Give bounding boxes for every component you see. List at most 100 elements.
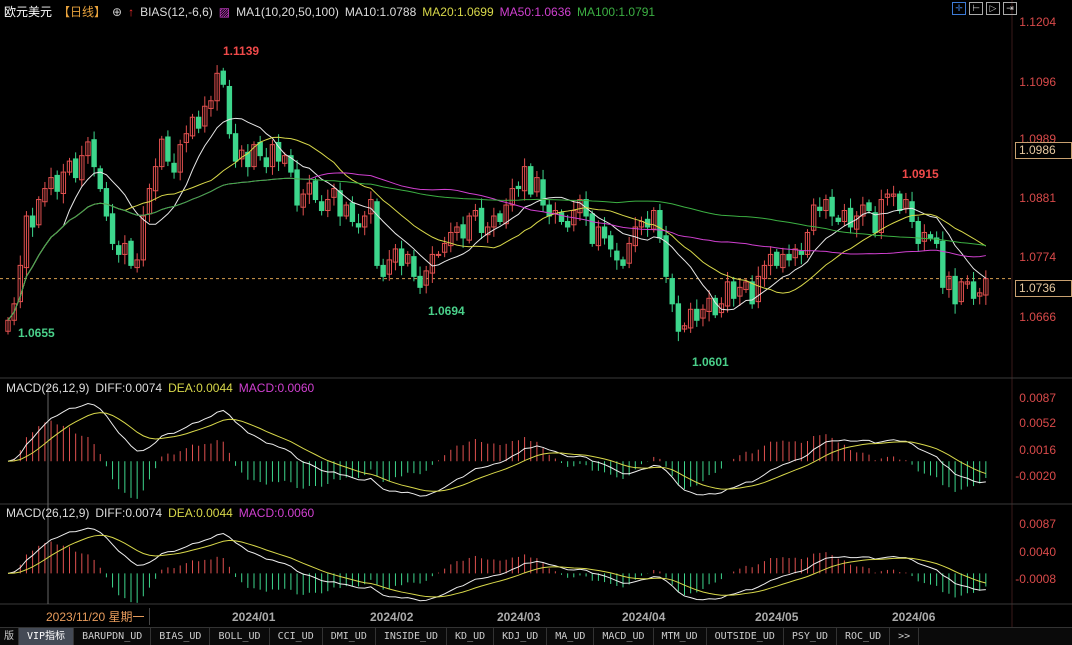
tab-psy-ud[interactable]: PSY_UD [784,628,837,645]
dea-value: DEA:0.0044 [168,506,233,520]
settings-icon[interactable]: ⊕ [112,5,122,19]
tab-outside-ud[interactable]: OUTSIDE_UD [707,628,784,645]
candle-down [263,157,270,168]
candle-down [478,207,485,233]
tab-macd-ud[interactable]: MACD_UD [594,628,654,645]
candle-down [927,234,934,239]
period-label[interactable]: 【日线】 [58,3,106,20]
tab-mtm-ud[interactable]: MTM_UD [654,628,707,645]
diff-value: DIFF:0.0074 [95,381,163,395]
low-annotation: 1.0601 [692,355,729,369]
candle-down [171,162,177,173]
tab-dmi-ud[interactable]: DMI_UD [323,628,376,645]
macd-title[interactable]: MACD(26,12,9) [6,381,89,395]
macd-value: MACD:0.0060 [238,506,315,520]
price-tick: 1.0881 [1019,191,1056,205]
candle-down [72,158,79,179]
date-tick: 2024/05 [755,610,799,624]
candle-down [940,240,946,288]
macd-tick: 0.0087 [1019,517,1056,531]
symbol-name: 欧元美元 [4,5,53,19]
tab-barupdn-ud[interactable]: BARUPDN_UD [74,628,152,645]
play-icon[interactable]: ▷ [986,2,1000,15]
exit-icon[interactable]: ⇥ [1003,2,1017,15]
low-annotation: 1.0694 [428,304,465,318]
candle-down [601,226,608,239]
candle-down [558,212,565,222]
candle-down [786,253,792,261]
candle-down [460,224,466,239]
candle-down [91,139,97,168]
candle-down [731,281,737,299]
macd-header-1: MACD(26,12,9) DIFF:0.0074 DEA:0.0044 MAC… [6,381,314,395]
candle-down [220,70,226,85]
candle-down [226,85,233,135]
tab-vip-[interactable]: VIP指标 [19,628,75,645]
candle-down [294,169,300,206]
macd-tick: 0.0052 [1019,416,1056,430]
tab-more-button[interactable]: >> [890,628,920,645]
date-tick: 2024/06 [892,610,936,624]
dea-value: DEA:0.0044 [168,381,233,395]
candle-down [116,245,122,255]
candle-down [349,202,356,222]
crosshair-price-box: 1.0986 [1015,142,1072,159]
high-annotation: 1.1139 [223,44,260,58]
tab-cci-ud[interactable]: CCI_UD [270,628,323,645]
chart-toolbar: ✛ ⊢ ▷ ⇥ [952,2,1017,15]
ma-title[interactable]: MA1(10,20,50,100) [236,5,339,19]
candle-down [515,185,522,190]
macd-tick: -0.0008 [1015,572,1056,586]
tab-bias-ud[interactable]: BIAS_UD [151,628,211,645]
bias-label[interactable]: BIAS(12,-6,6) [140,5,213,19]
tab-boll-ud[interactable]: BOLL_UD [210,628,270,645]
macd-title[interactable]: MACD(26,12,9) [6,506,89,520]
candle-down [866,202,872,212]
tab-kd-ud[interactable]: KD_UD [447,628,495,645]
candle-down [165,136,171,162]
candle-down [195,116,202,129]
cursor-date: 2023/11/20 星期一 [46,608,150,625]
price-tick: 1.1204 [1019,15,1056,29]
candle-down [835,217,841,222]
macd-tick: 0.0087 [1019,391,1056,405]
candle-up [435,253,442,256]
candle-down [540,179,546,206]
high-annotation: 1.0915 [902,167,939,181]
candle-down [952,275,958,305]
tab-ma-ud[interactable]: MA_UD [547,628,595,645]
candle-down [657,210,663,239]
ma20-line [7,136,987,321]
ma10-value: MA10:1.0788 [344,4,417,19]
candle-down [417,275,423,288]
tab-roc-ud[interactable]: ROC_UD [837,628,891,645]
tab-panel[interactable]: 版 [0,628,19,645]
dea-line [7,412,987,492]
candle-down [546,204,552,217]
candle-down [312,180,319,201]
candle-down [564,220,571,228]
macd-value: MACD:0.0060 [238,381,315,395]
candle-down [497,213,503,222]
candle-down [257,141,263,157]
candle-down [411,256,417,277]
tab-inside-ud[interactable]: INSIDE_UD [376,628,448,645]
candle-down [355,223,362,228]
candle-down [620,259,626,266]
indicator-icon: ▨ [218,4,231,19]
ma100-value: MA100:1.0791 [577,4,656,19]
candle-down [374,201,380,266]
last-price-box: 1.0736 [1015,280,1072,297]
macd-tick: 0.0016 [1019,443,1056,457]
candle-down [29,215,36,228]
candle-down [232,133,239,162]
zoom-start-icon[interactable]: ⊢ [969,2,983,15]
tab-kdj-ud[interactable]: KDJ_UD [494,628,548,645]
macd-header-2: MACD(26,12,9) DIFF:0.0074 DEA:0.0044 MAC… [6,506,314,520]
candle-down [909,201,915,222]
price-chart[interactable] [0,0,1072,645]
candle-down [380,264,386,277]
crosshair-icon[interactable]: ✛ [952,2,966,15]
candle-down [817,206,823,212]
candle-down [915,220,921,244]
